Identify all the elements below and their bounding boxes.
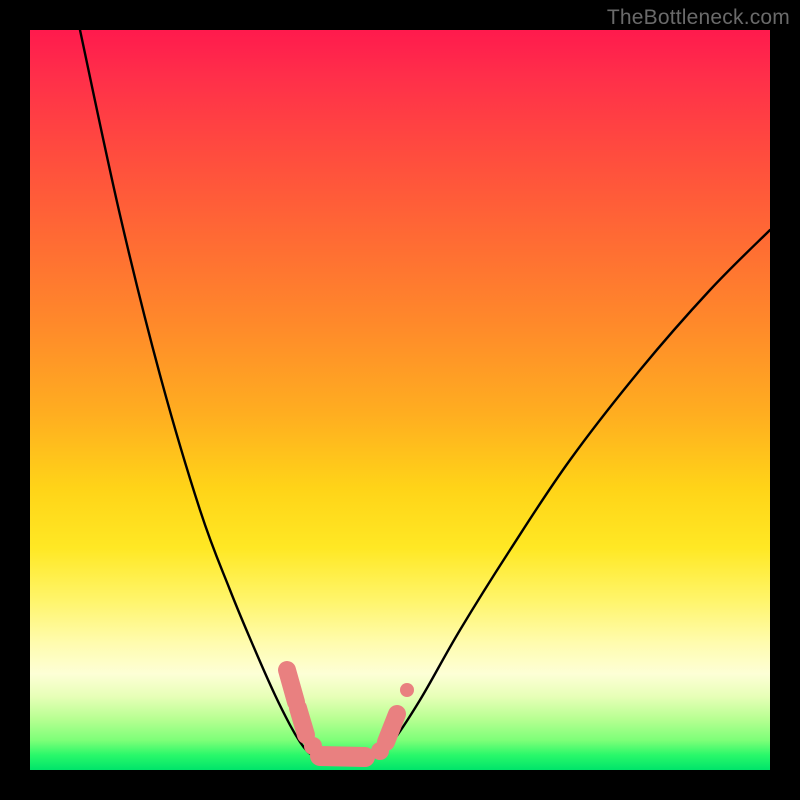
data-markers	[287, 670, 414, 760]
marker-pill	[320, 756, 365, 757]
marker-dot	[400, 683, 414, 697]
marker-pill	[298, 708, 306, 735]
chart-frame	[30, 30, 770, 770]
marker-pill	[287, 670, 296, 702]
marker-pill	[386, 714, 397, 742]
curve-right-branch	[375, 230, 770, 756]
chart-overlay	[30, 30, 770, 770]
curve-left-branch	[80, 30, 314, 756]
watermark-text: TheBottleneck.com	[607, 6, 790, 30]
